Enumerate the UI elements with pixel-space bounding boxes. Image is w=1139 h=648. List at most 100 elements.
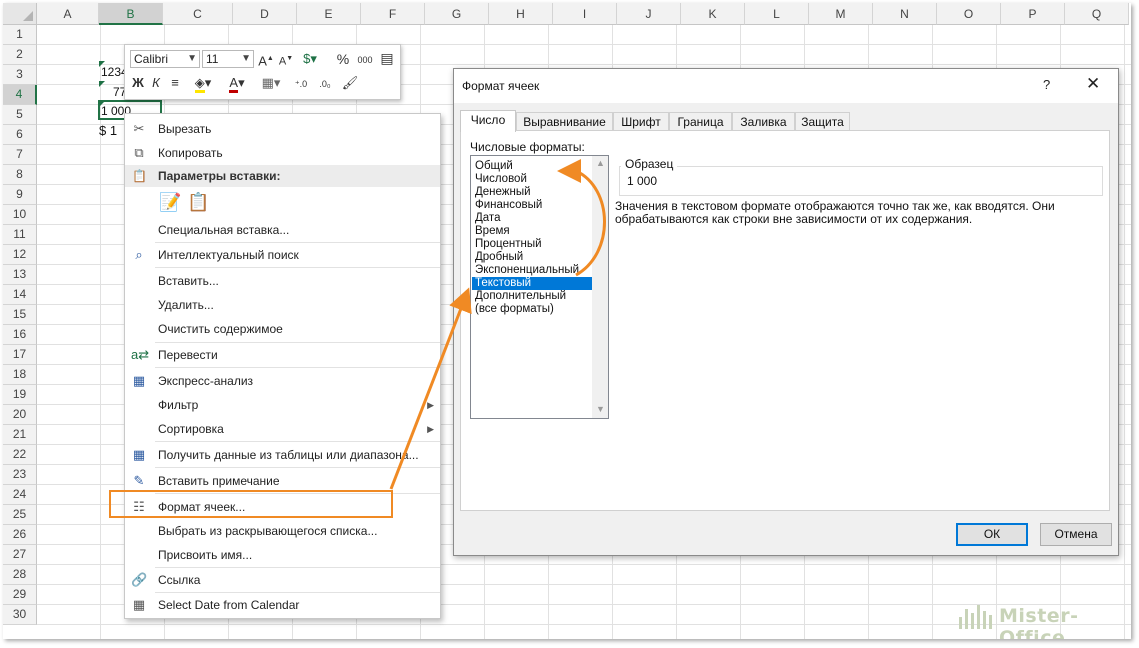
scroll-down-icon[interactable]: ▼ [596,404,605,414]
list-item[interactable]: Экспоненциальный [475,264,579,277]
italic-button[interactable]: К [149,74,163,92]
align-center-icon[interactable]: ≡ [167,74,183,92]
menu-item-smart-lookup[interactable]: ⌕ Интеллектуальный поиск [125,243,440,267]
row-header[interactable]: 25 [3,505,37,525]
row-header[interactable]: 10 [3,205,37,225]
row-header[interactable]: 20 [3,405,37,425]
row-header[interactable]: 24 [3,485,37,505]
row-header[interactable]: 14 [3,285,37,305]
menu-item-translate[interactable]: a⇄ Перевести [125,343,440,367]
menu-item-pick-list[interactable]: Выбрать из раскрывающегося списка... [125,519,440,543]
column-header[interactable]: A [37,3,99,25]
row-header[interactable]: 12 [3,245,37,265]
list-item[interactable]: (все форматы) [475,303,554,316]
borders-icon[interactable]: ▦▾ [257,74,285,92]
menu-item-cut[interactable]: ✂ Вырезать [125,117,440,141]
row-header[interactable]: 19 [3,385,37,405]
paste-formatting-icon[interactable]: 📝 [159,192,181,213]
row-header[interactable]: 23 [3,465,37,485]
row-header[interactable]: 21 [3,425,37,445]
column-header[interactable]: I [553,3,617,25]
close-icon[interactable]: ✕ [1086,74,1100,94]
chevron-down-icon[interactable]: ▼ [187,51,197,67]
column-header[interactable]: B [99,3,163,25]
tab-fill[interactable]: Заливка [732,112,795,131]
font-size-combo[interactable]: 11 ▼ [202,50,254,68]
row-header[interactable]: 5 [3,105,37,125]
column-header[interactable]: D [233,3,297,25]
row-header[interactable]: 9 [3,185,37,205]
menu-item-insert[interactable]: Вставить... [125,269,440,293]
number-formats-list[interactable]: Общий Числовой Денежный Финансовый Дата … [470,155,609,419]
row-header[interactable]: 16 [3,325,37,345]
bold-button[interactable]: Ж [131,74,145,92]
row-header[interactable]: 28 [3,565,37,585]
tab-font[interactable]: Шрифт [613,112,669,131]
grow-font-icon[interactable]: A▲ [258,50,274,70]
row-header[interactable]: 30 [3,605,37,625]
column-header[interactable]: J [617,3,681,25]
list-item[interactable]: Финансовый [475,199,542,212]
help-button[interactable]: ? [1043,77,1050,92]
increase-decimal-icon[interactable]: ⁺.0 [291,75,311,93]
percent-style-button[interactable]: % [335,50,351,68]
column-header[interactable]: L [745,3,809,25]
shrink-font-icon[interactable]: A▼ [278,50,294,71]
column-header[interactable]: Q [1065,3,1129,25]
row-header[interactable]: 3 [3,65,37,85]
column-header[interactable]: O [937,3,1001,25]
row-header[interactable]: 13 [3,265,37,285]
tab-protection[interactable]: Защита [795,112,850,131]
list-item[interactable]: Дробный [475,251,523,264]
font-color-icon[interactable]: A▾ [223,74,251,93]
row-header[interactable]: 17 [3,345,37,365]
format-painter-icon[interactable]: ▤ [379,49,395,67]
menu-item-get-data[interactable]: ▦ Получить данные из таблицы или диапазон… [125,443,440,467]
comma-style-button[interactable]: 000 [355,51,375,69]
font-name-combo[interactable]: Calibri ▼ [130,50,200,68]
list-scrollbar[interactable]: ▲ ▼ [592,156,608,418]
column-header[interactable]: C [163,3,233,25]
list-item[interactable]: Числовой [475,173,527,186]
menu-item-clear[interactable]: Очистить содержимое [125,317,440,341]
menu-item-paste-special[interactable]: Специальная вставка... [125,218,440,242]
row-header[interactable]: 22 [3,445,37,465]
menu-item-sort[interactable]: Сортировка ▶ [125,417,440,441]
list-item-selected[interactable]: Текстовый [472,277,595,290]
menu-item-define-name[interactable]: Присвоить имя... [125,543,440,567]
decrease-decimal-icon[interactable]: .0₀ [315,75,335,93]
row-header[interactable]: 26 [3,525,37,545]
row-header[interactable]: 6 [3,125,37,145]
format-brush-icon[interactable]: 🖌 [341,74,359,92]
menu-item-delete[interactable]: Удалить... [125,293,440,317]
column-header[interactable]: E [297,3,361,25]
menu-item-select-date[interactable]: ▦ Select Date from Calendar [125,593,440,617]
row-header[interactable]: 4 [3,85,37,105]
column-header[interactable]: H [489,3,553,25]
row-header[interactable]: 27 [3,545,37,565]
cancel-button[interactable]: Отмена [1040,523,1112,546]
fill-color-icon[interactable]: ◈▾ [189,74,217,93]
column-header[interactable]: M [809,3,873,25]
paste-icon[interactable]: 📋 [187,192,209,213]
row-header[interactable]: 11 [3,225,37,245]
list-item[interactable]: Денежный [475,186,531,199]
list-item[interactable]: Дополнительный [475,290,566,303]
tab-number[interactable]: Число [460,110,516,132]
select-all-corner[interactable] [3,3,37,25]
list-item[interactable]: Процентный [475,238,542,251]
menu-item-quick-analysis[interactable]: ▦ Экспресс-анализ [125,369,440,393]
row-header[interactable]: 18 [3,365,37,385]
row-header[interactable]: 8 [3,165,37,185]
row-header[interactable]: 29 [3,585,37,605]
cell-b5[interactable]: $ 1 [99,121,117,141]
column-header[interactable]: F [361,3,425,25]
row-header[interactable]: 1 [3,25,37,45]
column-header[interactable]: P [1001,3,1065,25]
accounting-format-icon[interactable]: $▾ [299,50,321,68]
menu-item-copy[interactable]: ⧉ Копировать [125,141,440,165]
list-item[interactable]: Общий [475,160,513,173]
tab-border[interactable]: Граница [669,112,732,131]
chevron-down-icon[interactable]: ▼ [241,51,251,67]
row-header[interactable]: 15 [3,305,37,325]
